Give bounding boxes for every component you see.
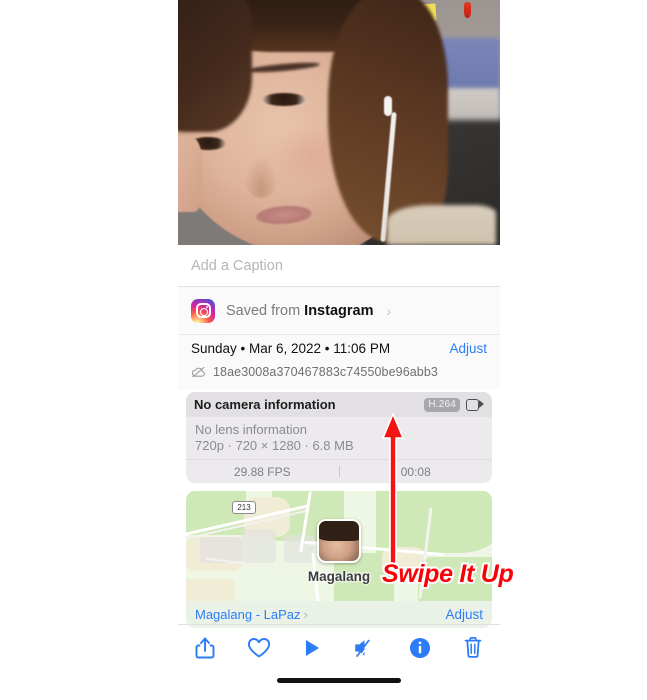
bottom-toolbar [178, 624, 500, 670]
duration-value: 00:08 [400, 464, 431, 479]
lens-info: No lens information [195, 422, 307, 437]
trash-icon [464, 637, 482, 658]
media-specs: 720p · 720 × 1280 · 6.8 MB [195, 438, 354, 453]
home-indicator [277, 678, 401, 683]
camera-info-card[interactable]: No camera information H.264 No lens info… [186, 392, 492, 483]
date-row: Sunday • Mar 6, 2022 • 11:06 PM Adjust [191, 335, 487, 362]
camera-info-footer: 29.88 FPS 00:08 [186, 459, 492, 483]
info-button[interactable] [393, 625, 447, 671]
mute-button[interactable] [339, 625, 393, 671]
adjust-date-button[interactable]: Adjust [449, 341, 487, 356]
saved-from-prefix: Saved from [226, 302, 305, 319]
fps-value: 29.88 FPS [233, 464, 291, 479]
caption-input-row[interactable]: Add a Caption [178, 245, 500, 287]
instagram-icon [191, 298, 215, 323]
screenshot-root: Add a Caption Saved from Instagram › Sun… [0, 0, 647, 700]
camera-info-body: No lens information 720p · 720 × 1280 · … [186, 417, 492, 459]
swipe-instruction-text: Swipe It Up [380, 558, 516, 590]
delete-button[interactable] [446, 625, 500, 671]
chevron-right-icon: › [386, 302, 392, 319]
map-place-label: Magalang [307, 569, 371, 584]
play-button[interactable] [285, 625, 339, 671]
photo-hair-left [178, 0, 252, 132]
share-icon [195, 637, 215, 658]
date-block: Sunday • Mar 6, 2022 • 11:06 PM Adjust 1… [178, 334, 500, 390]
camera-info-header: No camera information H.264 [186, 392, 492, 417]
photo-preview[interactable] [178, 0, 500, 245]
camera-title: No camera information [194, 397, 336, 412]
play-icon [306, 639, 320, 656]
asset-id-row: 18ae3008a370467883c74550be96abb3 [191, 362, 487, 381]
video-camera-icon [466, 398, 484, 411]
date-text: Sunday • Mar 6, 2022 • 11:06 PM [191, 341, 391, 356]
caption-placeholder: Add a Caption [191, 257, 283, 274]
photo-thumbnail-pin[interactable] [317, 519, 361, 563]
saved-from-text: Saved from Instagram [226, 303, 373, 319]
map-place-link-wrap[interactable]: Magalang - LaPaz › [195, 606, 308, 624]
photo-sweater [386, 205, 496, 245]
phone-screen: Add a Caption Saved from Instagram › Sun… [178, 0, 500, 700]
info-icon [409, 637, 430, 658]
cloud-slash-icon [191, 366, 205, 377]
heart-icon [247, 637, 270, 657]
asset-id-text: 18ae3008a370467883c74550be96abb3 [213, 364, 438, 379]
highway-shield-icon: 213 [232, 501, 256, 514]
saved-from-app: Instagram [304, 302, 374, 319]
photo-hand [178, 136, 202, 212]
adjust-location-button[interactable]: Adjust [445, 607, 483, 622]
map-place-link: Magalang - LaPaz [195, 606, 301, 622]
codec-badge: H.264 [424, 397, 460, 412]
share-button[interactable] [178, 625, 232, 671]
saved-from-row[interactable]: Saved from Instagram › [178, 287, 500, 334]
favorite-button[interactable] [232, 625, 286, 671]
speaker-slash-icon [355, 638, 373, 658]
chevron-right-icon: › [303, 606, 308, 622]
